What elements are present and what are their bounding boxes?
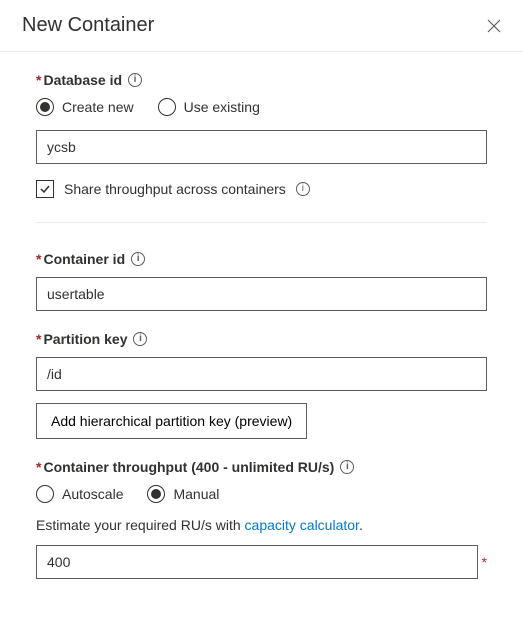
throughput-radio-row: Autoscale Manual bbox=[36, 485, 487, 503]
info-icon[interactable]: i bbox=[128, 73, 142, 87]
manual-radio[interactable]: Manual bbox=[147, 485, 219, 503]
radio-unchecked-icon bbox=[158, 98, 176, 116]
database-id-input[interactable] bbox=[36, 130, 487, 164]
database-id-label: *Database id i bbox=[36, 72, 487, 88]
container-id-group: *Container id i bbox=[36, 251, 487, 311]
info-icon[interactable]: i bbox=[131, 252, 145, 266]
close-icon bbox=[487, 19, 501, 33]
autoscale-radio[interactable]: Autoscale bbox=[36, 485, 123, 503]
partition-key-group: *Partition key i Add hierarchical partit… bbox=[36, 331, 487, 439]
estimate-text: Estimate your required RU/s with capacit… bbox=[36, 517, 487, 533]
container-id-label: *Container id i bbox=[36, 251, 487, 267]
partition-key-label: *Partition key i bbox=[36, 331, 487, 347]
close-button[interactable] bbox=[483, 15, 505, 37]
radio-checked-icon bbox=[36, 98, 54, 116]
checkbox-checked-icon bbox=[36, 180, 54, 198]
throughput-group: *Container throughput (400 - unlimited R… bbox=[36, 459, 487, 579]
create-new-radio[interactable]: Create new bbox=[36, 98, 134, 116]
section-divider bbox=[36, 222, 487, 223]
info-icon[interactable]: i bbox=[340, 460, 354, 474]
panel-title: New Container bbox=[22, 14, 154, 37]
container-id-input[interactable] bbox=[36, 277, 487, 311]
partition-key-input[interactable] bbox=[36, 357, 487, 391]
info-icon[interactable]: i bbox=[296, 182, 310, 196]
throughput-label: *Container throughput (400 - unlimited R… bbox=[36, 459, 487, 475]
database-id-group: *Database id i Create new Use existing S… bbox=[36, 72, 487, 198]
use-existing-radio[interactable]: Use existing bbox=[158, 98, 260, 116]
database-id-radio-row: Create new Use existing bbox=[36, 98, 487, 116]
share-throughput-checkbox[interactable]: Share throughput across containers i bbox=[36, 180, 487, 198]
panel-header: New Container bbox=[0, 0, 523, 52]
required-marker: * bbox=[482, 554, 487, 570]
capacity-calculator-link[interactable]: capacity calculator bbox=[245, 517, 359, 533]
info-icon[interactable]: i bbox=[133, 332, 147, 346]
radio-checked-icon bbox=[147, 485, 165, 503]
panel-body: *Database id i Create new Use existing S… bbox=[0, 52, 523, 619]
radio-unchecked-icon bbox=[36, 485, 54, 503]
throughput-input[interactable] bbox=[36, 545, 478, 579]
add-hierarchical-partition-key-button[interactable]: Add hierarchical partition key (preview) bbox=[36, 403, 307, 439]
